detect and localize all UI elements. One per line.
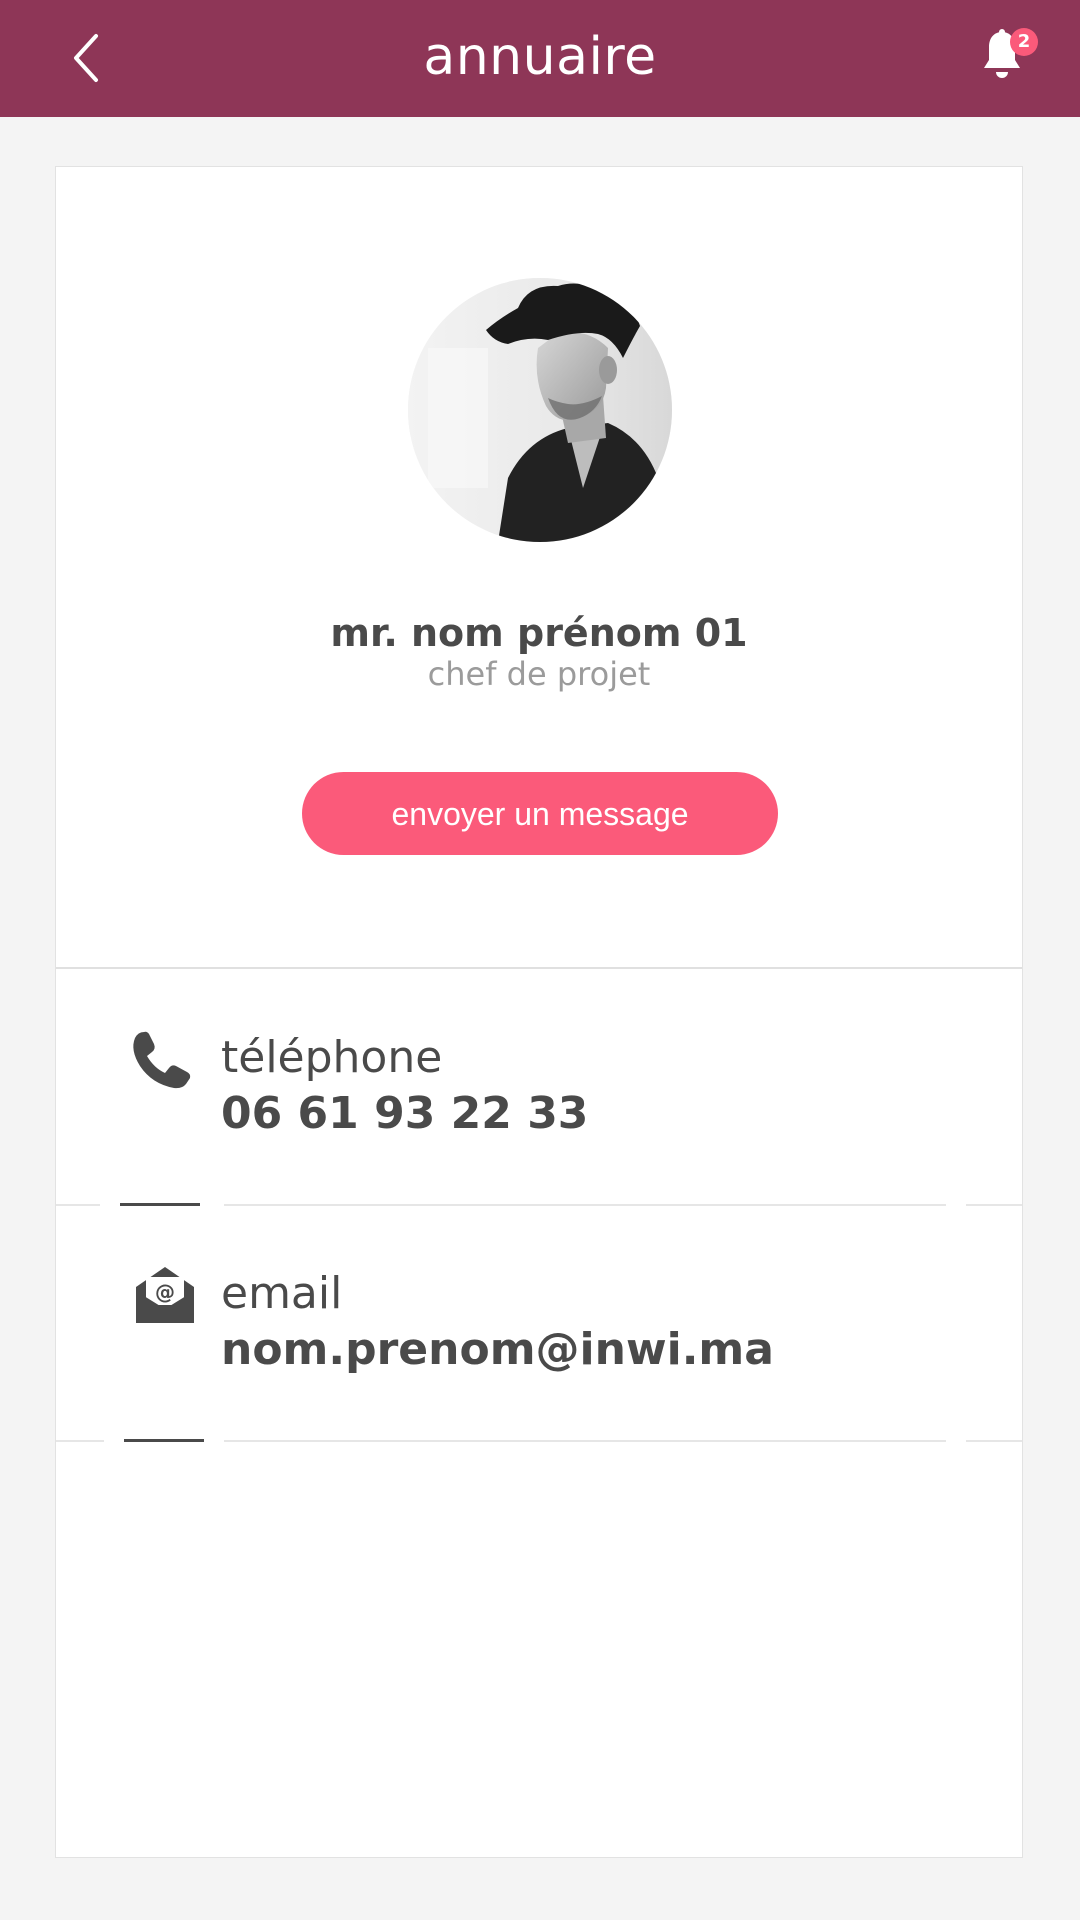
app-header: annuaire 2	[0, 0, 1080, 117]
row-divider	[56, 1440, 104, 1442]
phone-label: téléphone	[221, 1032, 443, 1083]
row-accent	[120, 1203, 200, 1206]
svg-text:@: @	[155, 1280, 175, 1304]
contact-name: mr. nom prénom 01	[330, 611, 748, 655]
row-divider	[224, 1204, 946, 1206]
page-title: annuaire	[423, 27, 657, 87]
row-divider	[966, 1440, 1022, 1442]
section-divider	[56, 967, 1022, 969]
email-value[interactable]: nom.prenom@inwi.ma	[221, 1322, 774, 1378]
profile-photo	[408, 278, 672, 542]
row-divider	[56, 1204, 100, 1206]
row-divider	[966, 1204, 1022, 1206]
phone-value[interactable]: 06 61 93 22 33	[221, 1086, 588, 1142]
send-message-button[interactable]: envoyer un message	[302, 772, 778, 855]
avatar	[408, 278, 672, 542]
phone-icon	[133, 1031, 191, 1089]
row-accent	[124, 1439, 204, 1442]
notification-badge: 2	[1010, 28, 1038, 56]
row-divider	[224, 1440, 946, 1442]
contact-role: chef de projet	[427, 655, 651, 693]
email-icon: @	[136, 1267, 194, 1323]
email-label: email	[221, 1268, 343, 1319]
